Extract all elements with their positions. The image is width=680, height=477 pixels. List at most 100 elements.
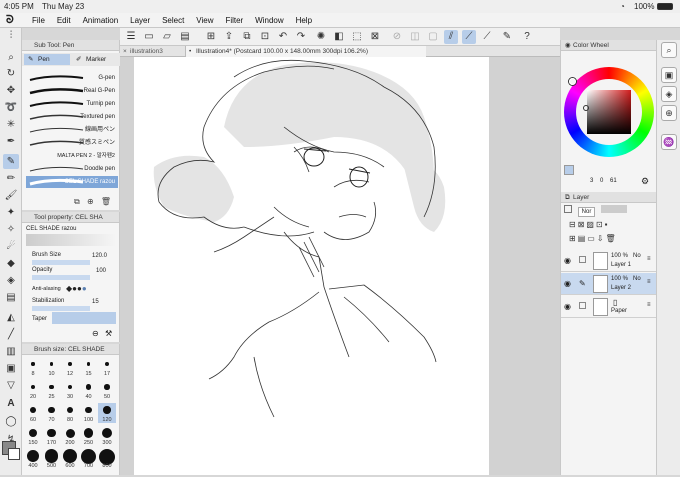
- brush-size-option[interactable]: 60: [24, 403, 42, 423]
- layer-row-selected[interactable]: ◉ ✎ 100 % No Layer 2 ≡: [561, 273, 657, 295]
- bucket-icon[interactable]: ◭: [3, 310, 19, 325]
- history-icon[interactable]: ⊕: [661, 105, 677, 121]
- opacity-slider[interactable]: [601, 205, 628, 213]
- layer-checkbox[interactable]: [579, 256, 586, 263]
- brush-size-option[interactable]: 120: [98, 403, 116, 423]
- sub-color-swatch[interactable]: [8, 448, 20, 460]
- brush-size-option[interactable]: 50: [98, 380, 116, 400]
- stabilization-value[interactable]: 15: [92, 299, 99, 305]
- copy-icon[interactable]: ⧉: [74, 197, 80, 206]
- antialias-options[interactable]: ◆●●●: [66, 284, 87, 293]
- select-all-icon[interactable]: ⊠: [368, 30, 382, 44]
- snap-line-icon[interactable]: ⟋: [462, 30, 476, 44]
- brush-size-option[interactable]: 70: [43, 403, 61, 423]
- settings-icon[interactable]: ⫶: [3, 28, 19, 43]
- new-raster-icon[interactable]: ⊞: [569, 234, 578, 243]
- eye-icon[interactable]: ◉: [564, 279, 571, 288]
- brush-size-option[interactable]: 25: [43, 380, 61, 400]
- help-icon[interactable]: ?: [520, 30, 534, 44]
- blend-icon[interactable]: ☄: [3, 239, 19, 254]
- fill-bucket-icon[interactable]: ◧: [332, 30, 346, 44]
- tab-illustration3[interactable]: × illustration3: [120, 46, 186, 57]
- lasso-icon[interactable]: ➰: [3, 100, 19, 115]
- lock-checkbox[interactable]: [564, 205, 572, 213]
- eye-icon[interactable]: ◉: [564, 302, 571, 311]
- brush-size-option[interactable]: 10: [43, 357, 61, 377]
- opacity-value[interactable]: 100: [96, 268, 106, 274]
- eyedropper-icon[interactable]: ✒: [3, 134, 19, 149]
- pencil-tool-icon[interactable]: ✏: [3, 171, 19, 186]
- brush-size-value[interactable]: 120.0: [92, 253, 107, 259]
- delete-layer-icon[interactable]: 🗑: [606, 234, 618, 243]
- frame-icon[interactable]: ▣: [3, 361, 19, 376]
- layer-property-icon[interactable]: ◈: [661, 86, 677, 102]
- color-settings-icon[interactable]: ⚙: [641, 176, 649, 187]
- reset-icon[interactable]: ⊖: [92, 329, 99, 338]
- decoration-icon[interactable]: ✧: [3, 222, 19, 237]
- brush-size-option[interactable]: 80: [61, 403, 79, 423]
- new-layer-icon[interactable]: ⊞: [204, 30, 218, 44]
- saturation-value-square[interactable]: [587, 90, 631, 134]
- search-icon[interactable]: ⌕: [661, 42, 677, 58]
- balloon-icon[interactable]: ▽: [3, 378, 19, 393]
- menu-view[interactable]: View: [196, 13, 213, 28]
- drawing-canvas[interactable]: [134, 57, 489, 475]
- brush-size-option[interactable]: 300: [98, 426, 116, 446]
- move-icon[interactable]: ✥: [3, 83, 19, 98]
- menu-window[interactable]: Window: [255, 13, 283, 28]
- clip-icon[interactable]: ⊟: [569, 220, 578, 229]
- brush-size-option[interactable]: 150: [24, 426, 42, 446]
- trash-icon[interactable]: 🗑: [101, 197, 111, 206]
- brush-size-option[interactable]: 20: [24, 380, 42, 400]
- drops-icon[interactable]: ♒: [661, 134, 677, 150]
- menu-layer[interactable]: Layer: [130, 13, 150, 28]
- zoom-icon[interactable]: ⌕: [3, 50, 19, 65]
- deselect-icon[interactable]: ⊘: [390, 30, 404, 44]
- mask-icon[interactable]: ▪: [605, 220, 610, 229]
- brush-size-option[interactable]: 100: [80, 403, 98, 423]
- brush-size-option[interactable]: 800: [98, 449, 116, 469]
- layer-row-paper[interactable]: ◉ ▯ Paper ≡: [561, 296, 657, 318]
- close-icon[interactable]: ×: [123, 46, 127, 57]
- hue-picker-handle[interactable]: [569, 78, 576, 85]
- loading-icon[interactable]: ✺: [314, 30, 328, 44]
- brush-size-option[interactable]: 8: [24, 357, 42, 377]
- fill-icon[interactable]: ◈: [3, 273, 19, 288]
- layers-icon[interactable]: ⧉: [240, 30, 254, 44]
- brush-size-option[interactable]: 200: [61, 426, 79, 446]
- hamburger-icon[interactable]: ☰: [124, 30, 138, 44]
- blend-mode-select[interactable]: Nor: [577, 207, 596, 217]
- brush-size-option[interactable]: 250: [80, 426, 98, 446]
- transform-icon[interactable]: ⬚: [350, 30, 364, 44]
- speech-balloon-icon[interactable]: ◯: [3, 414, 19, 429]
- menu-edit[interactable]: Edit: [57, 13, 71, 28]
- layer-row[interactable]: ◉ 100 % No Layer 1 ≡: [561, 250, 657, 272]
- undo-icon[interactable]: ↶: [276, 30, 290, 44]
- app-logo-icon[interactable]: ᘐ: [6, 14, 14, 27]
- crop-icon[interactable]: ⊡: [258, 30, 272, 44]
- airbrush-icon[interactable]: ✦: [3, 205, 19, 220]
- ruler-snap-icon[interactable]: ⫽: [444, 30, 458, 44]
- layer-checkbox[interactable]: [579, 302, 586, 309]
- text-tool-icon[interactable]: A: [3, 396, 19, 411]
- stabilization-slider[interactable]: [32, 306, 90, 311]
- figure-icon[interactable]: ╱: [3, 327, 19, 342]
- open-folder-icon[interactable]: ▱: [160, 30, 174, 44]
- brush-size-option[interactable]: 700: [80, 449, 98, 469]
- pen-icon[interactable]: ✎: [579, 279, 586, 288]
- drag-handle-icon[interactable]: ≡: [647, 256, 651, 262]
- clear-icon[interactable]: ▢: [426, 30, 440, 44]
- eraser-icon[interactable]: ◆: [3, 256, 19, 271]
- tab-illustration4[interactable]: • Illustration4* (Postcard 100.00 x 148.…: [186, 46, 426, 57]
- brush-size-slider[interactable]: [32, 260, 90, 265]
- draft-icon[interactable]: ▨: [586, 220, 596, 229]
- brush-size-option[interactable]: 170: [43, 426, 61, 446]
- menu-filter[interactable]: Filter: [225, 13, 243, 28]
- opacity-slider[interactable]: [32, 275, 90, 280]
- save-icon[interactable]: ▤: [178, 30, 192, 44]
- brush-size-option[interactable]: 500: [43, 449, 61, 469]
- merge-icon[interactable]: ⇩: [597, 234, 606, 243]
- menu-select[interactable]: Select: [162, 13, 184, 28]
- gradient-icon[interactable]: ▤: [3, 290, 19, 305]
- redo-icon[interactable]: ↷: [294, 30, 308, 44]
